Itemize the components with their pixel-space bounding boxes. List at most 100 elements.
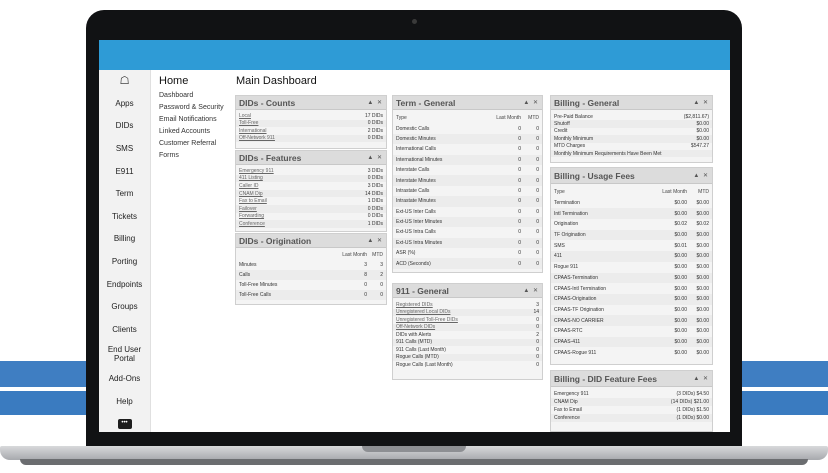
table-row: Pre-Paid Balance ($2,811.67) xyxy=(551,113,712,120)
table-row[interactable]: Off-Network 911 0 DIDs xyxy=(236,134,386,142)
table-row[interactable]: Off-Network DIDs 0 xyxy=(393,323,542,331)
submenu-link-customer-referral[interactable]: Customer Referral xyxy=(151,138,230,150)
submenu-link-linked-accounts[interactable]: Linked Accounts xyxy=(151,126,230,138)
submenu-link-email-notifications[interactable]: Email Notifications xyxy=(151,114,230,126)
nav-item-help[interactable]: Help xyxy=(99,390,150,413)
table-row[interactable]: 411 Listing 0 DIDs xyxy=(236,174,386,183)
panel-controls[interactable]: ▲ ✕ xyxy=(523,287,539,294)
table-row[interactable]: CNAM Dip 14 DIDs xyxy=(236,189,386,198)
table-row[interactable]: Local 17 DIDs xyxy=(236,112,386,120)
row-label: Shutoff xyxy=(554,121,570,128)
row-value-last-month: $0.01 xyxy=(674,242,687,249)
row-label[interactable]: Local xyxy=(239,113,251,119)
chat-button[interactable]: ••• xyxy=(99,413,150,432)
panel-controls[interactable]: ▲ ✕ xyxy=(693,172,709,179)
panel-controls[interactable]: ▲ ✕ xyxy=(367,237,383,244)
row-value: 0 xyxy=(536,324,539,331)
row-value-last-month: $0.00 xyxy=(674,274,687,281)
row-label[interactable]: Fax to Email xyxy=(239,198,267,204)
table-row[interactable]: Unregistered Toll-Free DIDs 0 xyxy=(393,316,542,324)
row-value-last-month: 0 xyxy=(364,292,367,298)
row-value-mtd: $0.00 xyxy=(696,264,709,271)
row-value-last-month: 0 xyxy=(518,146,521,153)
table-row[interactable]: Fax to Email 1 DIDs xyxy=(236,197,386,205)
row-label[interactable]: Failover xyxy=(239,206,257,212)
row-label: International Minutes xyxy=(396,156,443,163)
row-value-last-month: 0 xyxy=(518,229,521,236)
panel-controls[interactable]: ▲ ✕ xyxy=(367,99,383,106)
row-label[interactable]: Forwarding xyxy=(239,213,264,219)
table-row[interactable]: Conference 1 DIDs xyxy=(236,220,386,228)
table-row: Conference (1 DIDs) $0.00 xyxy=(551,414,712,422)
nav-item-porting[interactable]: Porting xyxy=(99,250,150,273)
nav-item-tickets[interactable]: Tickets xyxy=(99,205,150,228)
row-value-last-month: 0 xyxy=(364,282,367,288)
row-label: DIDs with Alerts xyxy=(396,331,432,338)
row-label: 411 xyxy=(554,253,562,260)
row-label[interactable]: Toll-Free xyxy=(239,120,258,126)
submenu: Home Dashboard Password & Security Email… xyxy=(151,70,230,432)
submenu-link-forms[interactable]: Forms xyxy=(151,150,230,162)
row-label[interactable]: CNAM Dip xyxy=(239,191,263,197)
row-label[interactable]: Registered DIDs xyxy=(396,302,433,308)
panel-body: Last Month MTD Minutes 3 3 Calls 8 2 Toll-Free M… xyxy=(236,248,386,300)
panel-controls[interactable]: ▲ ✕ xyxy=(367,154,383,161)
row-label[interactable]: Emergency 911 xyxy=(239,168,274,174)
row-label: ASR (%) xyxy=(396,250,416,257)
panel-body: Local 17 DIDs Toll-Free 0 DIDs International… xyxy=(236,110,386,142)
row-value: (1 DIDs) $0.00 xyxy=(676,415,709,421)
row-label[interactable]: Unregistered Local DIDs xyxy=(396,309,450,315)
row-value: (1 DIDs) $1.50 xyxy=(676,407,709,413)
table-row[interactable]: Caller ID 3 DIDs xyxy=(236,182,386,190)
row-label[interactable]: International xyxy=(239,128,267,134)
row-label[interactable]: Unregistered Toll-Free DIDs xyxy=(396,317,458,323)
panel-dids-counts: DIDs - Counts ▲ ✕ Local 17 DIDs Toll-Free 0… xyxy=(235,95,387,149)
table-row[interactable]: Registered DIDs 3 xyxy=(393,301,542,309)
nav-item-end-user-portal[interactable]: End User Portal xyxy=(99,341,150,368)
camera-icon xyxy=(412,19,417,24)
row-value: 0 xyxy=(536,346,539,353)
submenu-link-dashboard[interactable]: Dashboard xyxy=(151,90,230,102)
table-row: CPAAS-Origination $0.00 $0.00 xyxy=(551,293,712,305)
panel-billing-general: Billing - General ▲ ✕ Pre-Paid Balance ($… xyxy=(550,95,713,163)
row-label[interactable]: Caller ID xyxy=(239,183,258,189)
row-label: Rogue Calls (Last Month) xyxy=(396,361,453,368)
nav-item-sms[interactable]: SMS xyxy=(99,137,150,160)
table-row: Monthly Minimum Requirements Have Been M… xyxy=(551,149,712,158)
row-label: Rogue 911 xyxy=(554,264,579,271)
nav-item-endpoints[interactable]: Endpoints xyxy=(99,273,150,296)
submenu-link-password-security[interactable]: Password & Security xyxy=(151,102,230,114)
nav-item-groups[interactable]: Groups xyxy=(99,295,150,318)
table-row[interactable]: Toll-Free 0 DIDs xyxy=(236,119,386,127)
panel-controls[interactable]: ▲ ✕ xyxy=(693,375,709,382)
row-value-mtd: 0 xyxy=(380,292,383,298)
panel-controls[interactable]: ▲ ✕ xyxy=(523,99,539,106)
table-row: 911 Calls (Last Month) 0 xyxy=(393,346,542,354)
nav-item-e911[interactable]: E911 xyxy=(99,160,150,183)
row-value-mtd: 0 xyxy=(536,135,539,142)
panel-header: Billing - Usage Fees ▲ ✕ xyxy=(551,168,712,184)
table-row[interactable]: Failover 0 DIDs xyxy=(236,204,386,213)
table-row[interactable]: Emergency 911 3 DIDs xyxy=(236,167,386,175)
nav-item-billing[interactable]: Billing xyxy=(99,228,150,251)
table-row[interactable]: International 2 DIDs xyxy=(236,127,386,135)
row-label[interactable]: Conference xyxy=(239,221,265,227)
panel-controls[interactable]: ▲ ✕ xyxy=(693,99,709,106)
row-label: CPAAS-Origination xyxy=(554,296,597,303)
table-row[interactable]: Unregistered Local DIDs 14 xyxy=(393,308,542,316)
row-label: CPAAS-411 xyxy=(554,338,581,345)
row-value-last-month: $0.00 xyxy=(674,253,687,260)
row-label: Interstate Calls xyxy=(396,167,430,174)
home-icon[interactable]: ☖ xyxy=(99,70,150,92)
row-label[interactable]: 411 Listing xyxy=(239,175,263,181)
nav-item-term[interactable]: Term xyxy=(99,182,150,205)
table-row[interactable]: Forwarding 0 DIDs xyxy=(236,213,386,221)
row-label: International Calls xyxy=(396,146,437,153)
nav-item-apps[interactable]: Apps xyxy=(99,92,150,115)
nav-item-clients[interactable]: Clients xyxy=(99,318,150,341)
row-label[interactable]: Off-Network DIDs xyxy=(396,324,435,330)
nav-item-dids[interactable]: DIDs xyxy=(99,115,150,138)
row-value-mtd: 3 xyxy=(380,262,383,268)
row-label[interactable]: Off-Network 911 xyxy=(239,135,275,141)
nav-item-add-ons[interactable]: Add-Ons xyxy=(99,368,150,391)
